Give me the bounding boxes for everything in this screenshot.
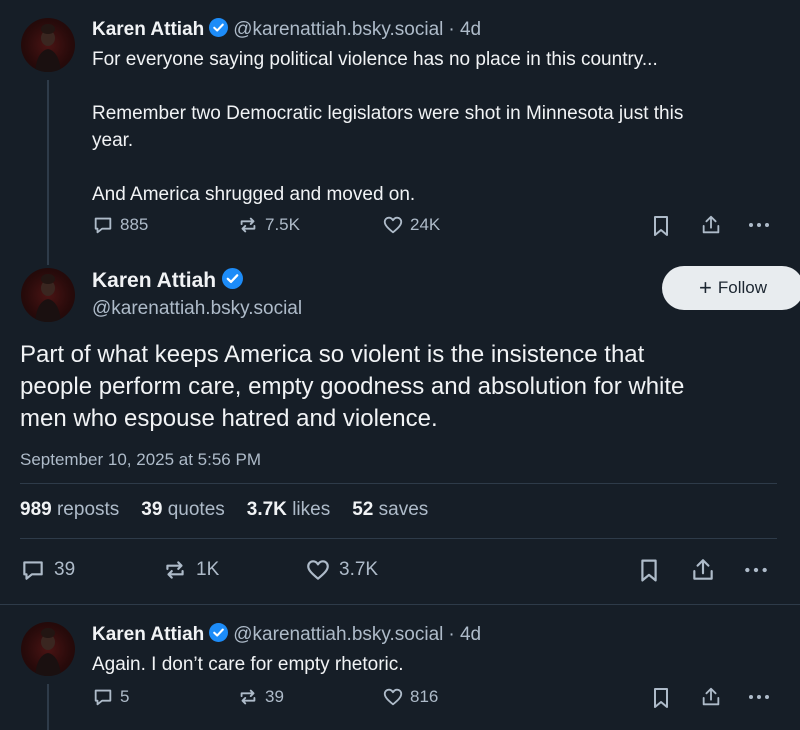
post-text-line: And America shrugged and moved on. [92, 184, 416, 205]
more-options-button[interactable] [747, 687, 771, 712]
bookmark-icon [654, 216, 668, 236]
verified-badge-icon [209, 623, 229, 647]
reply-button[interactable]: 885 [92, 214, 148, 236]
main-post-text-line: people perform care, empty goodness and … [20, 373, 685, 400]
reply-count: 5 [120, 687, 130, 706]
post-text: For everyone saying political violence h… [92, 46, 782, 208]
repost-count: 39 [265, 687, 284, 706]
share-button[interactable] [690, 557, 716, 588]
bookmark-button[interactable] [651, 687, 671, 714]
post-text: Again. I don’t care for empty rhetoric. [92, 651, 782, 678]
repost-button[interactable]: 7.5K [237, 214, 300, 236]
plus-icon: + [699, 275, 712, 300]
stat-likes[interactable]: 3.7K likes [247, 499, 330, 521]
more-options-icon [745, 567, 767, 573]
stat-quotes[interactable]: 39 quotes [141, 499, 224, 521]
heart-icon [383, 688, 403, 706]
post-header: Karen Attiah @karenattiah.bsky.social · … [92, 623, 481, 647]
avatar[interactable] [21, 268, 75, 322]
share-button[interactable] [700, 214, 722, 241]
repost-icon [240, 689, 256, 705]
author-handle[interactable]: @karenattiah.bsky.social [92, 298, 302, 320]
main-post-text-line: men who espouse hatred and violence. [20, 405, 438, 432]
post-age[interactable]: · 4d [448, 19, 481, 41]
reply-count: 885 [120, 215, 149, 234]
like-count: 816 [410, 687, 439, 706]
like-count: 24K [410, 215, 441, 234]
main-post-text: Part of what keeps America so violent is… [20, 339, 790, 435]
more-options-icon [749, 223, 769, 227]
like-count: 3.7K [339, 559, 379, 580]
repost-count: 1K [196, 559, 220, 580]
reply-icon [94, 217, 112, 234]
author-name[interactable]: Karen Attiah [92, 269, 216, 293]
bookmark-button[interactable] [651, 215, 671, 242]
share-icon [693, 559, 713, 580]
reply-icon [23, 561, 43, 580]
thread-line [47, 684, 49, 730]
bookmark-icon [654, 688, 668, 708]
share-icon [702, 687, 720, 706]
verified-badge-icon [222, 268, 244, 294]
heart-icon [383, 216, 403, 234]
reply-icon [94, 689, 112, 706]
follow-button[interactable]: + Follow [662, 266, 800, 310]
post-text-line: For everyone saying political violence h… [92, 49, 658, 70]
heart-icon [307, 560, 329, 580]
reply-button[interactable]: 5 [92, 686, 129, 708]
engagement-stats: 989 reposts 39 quotes 3.7K likes 52 save… [20, 499, 428, 521]
repost-icon [166, 561, 184, 579]
post-text-line: Again. I don’t care for empty rhetoric. [92, 654, 404, 675]
post-text-line: Remember two Democratic legislators were… [92, 103, 684, 124]
like-button[interactable]: 24K [382, 214, 440, 236]
post-header: Karen Attiah @karenattiah.bsky.social · … [92, 18, 481, 42]
avatar[interactable] [21, 18, 75, 72]
author-handle[interactable]: @karenattiah.bsky.social [233, 624, 443, 646]
stat-saves[interactable]: 52 saves [352, 499, 428, 521]
follow-label: Follow [717, 278, 767, 297]
divider [20, 538, 777, 539]
post-age[interactable]: · 4d [448, 624, 481, 646]
more-options-icon [749, 695, 769, 699]
verified-badge-icon [209, 18, 229, 42]
bookmark-icon [641, 559, 657, 582]
bookmark-button[interactable] [638, 558, 660, 588]
thread-line [47, 80, 49, 265]
avatar[interactable] [21, 622, 75, 676]
reply-count: 39 [54, 559, 76, 580]
like-button[interactable]: 3.7K [305, 557, 378, 583]
main-post-text-line: Part of what keeps America so violent is… [20, 341, 645, 368]
stat-reposts[interactable]: 989 reposts [20, 499, 119, 521]
like-button[interactable]: 816 [382, 686, 438, 708]
repost-button[interactable]: 39 [237, 686, 284, 708]
post-timestamp[interactable]: September 10, 2025 at 5:56 PM [20, 450, 261, 470]
author-name[interactable]: Karen Attiah [92, 624, 204, 646]
divider [20, 483, 777, 484]
share-button[interactable] [700, 686, 722, 713]
repost-icon [240, 217, 256, 233]
more-options-button[interactable] [747, 215, 771, 240]
post-text-line: year. [92, 130, 134, 151]
share-icon [702, 215, 720, 234]
author-handle[interactable]: @karenattiah.bsky.social [233, 19, 443, 41]
reply-button[interactable]: 39 [20, 557, 75, 583]
more-options-button[interactable] [743, 559, 769, 586]
repost-count: 7.5K [265, 215, 300, 234]
author-name[interactable]: Karen Attiah [92, 19, 204, 41]
divider [0, 604, 800, 605]
main-post-author: Karen Attiah [92, 268, 244, 294]
repost-button[interactable]: 1K [162, 557, 219, 583]
